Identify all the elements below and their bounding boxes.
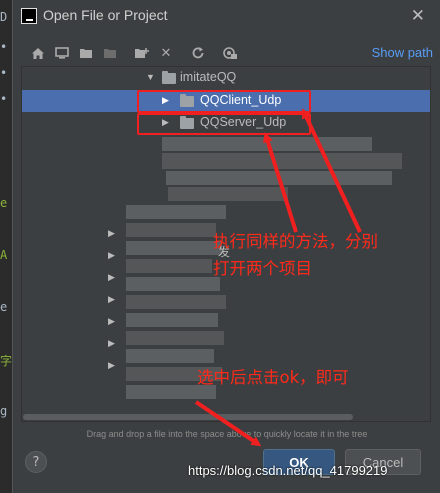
folder-icon — [162, 71, 176, 84]
obscured-row — [166, 171, 392, 185]
bg-char: e — [0, 196, 8, 210]
dialog-titlebar: Open File or Project ✕ — [13, 0, 440, 32]
watermark: https://blog.csdn.net/qq_41799219 — [188, 463, 388, 478]
bg-char: • — [0, 92, 8, 106]
annotation-highlight-server — [137, 113, 311, 135]
obscured-row — [126, 295, 226, 309]
bg-char: 字 — [0, 354, 13, 368]
bg-char: A — [0, 248, 8, 262]
home-icon[interactable] — [29, 44, 47, 62]
horizontal-scrollbar[interactable] — [23, 414, 353, 420]
drag-drop-hint: Drag and drop a file into the space abov… — [86, 429, 368, 439]
collapsed-arrow-icon[interactable]: ▶ — [108, 251, 115, 261]
collapsed-arrow-icon[interactable]: ▶ — [108, 273, 115, 283]
file-chooser-toolbar: ✕ Show path — [23, 40, 433, 66]
obscured-row — [162, 137, 372, 151]
obscured-row — [168, 187, 288, 201]
collapsed-arrow-icon[interactable]: ▶ — [108, 295, 115, 305]
obscured-row — [126, 259, 212, 273]
bg-char: • — [0, 66, 8, 80]
ide-background-strip: D • • • e A e 字 g — [0, 0, 12, 493]
obscured-row — [126, 241, 222, 255]
obscured-row — [126, 205, 226, 219]
obscured-row — [162, 153, 402, 169]
intellij-app-icon — [21, 8, 37, 24]
obscured-row — [126, 313, 218, 327]
obscured-row — [126, 277, 220, 291]
tree-row-imitateqq[interactable]: ▼ imitateQQ — [22, 67, 430, 89]
show-path-link[interactable]: Show path — [372, 45, 433, 60]
desktop-icon[interactable] — [53, 44, 71, 62]
delete-icon[interactable]: ✕ — [157, 44, 175, 62]
collapsed-arrow-icon[interactable]: ▶ — [108, 317, 115, 327]
annotation-note-1-line-1: 执行同样的方法，分别 — [213, 232, 378, 251]
close-icon[interactable]: ✕ — [411, 6, 425, 26]
bg-char: • — [0, 40, 8, 54]
expanded-arrow-icon[interactable]: ▼ — [146, 72, 155, 82]
collapsed-arrow-icon[interactable]: ▶ — [108, 361, 115, 371]
help-button[interactable]: ? — [25, 451, 47, 473]
annotation-note-1-line-2: 打开两个项目 — [213, 259, 312, 278]
annotation-note-2: 选中后点击ok，即可 — [197, 368, 349, 387]
obscured-row — [126, 331, 224, 345]
module-folder-icon[interactable] — [101, 44, 119, 62]
obscured-row — [126, 349, 214, 363]
new-folder-icon[interactable] — [133, 44, 151, 62]
refresh-icon[interactable] — [189, 44, 207, 62]
collapsed-arrow-icon[interactable]: ▶ — [108, 339, 115, 349]
dialog-title: Open File or Project — [43, 7, 168, 23]
bg-char: e — [0, 300, 8, 314]
obscured-row — [126, 223, 216, 237]
bg-char: g — [0, 404, 8, 418]
bg-char: D — [0, 10, 8, 24]
show-hidden-files-icon[interactable] — [221, 44, 239, 62]
collapsed-arrow-icon[interactable]: ▶ — [108, 229, 115, 239]
project-folder-icon[interactable] — [77, 44, 95, 62]
tree-row-label: imitateQQ — [180, 70, 237, 84]
annotation-highlight-client — [137, 90, 311, 113]
